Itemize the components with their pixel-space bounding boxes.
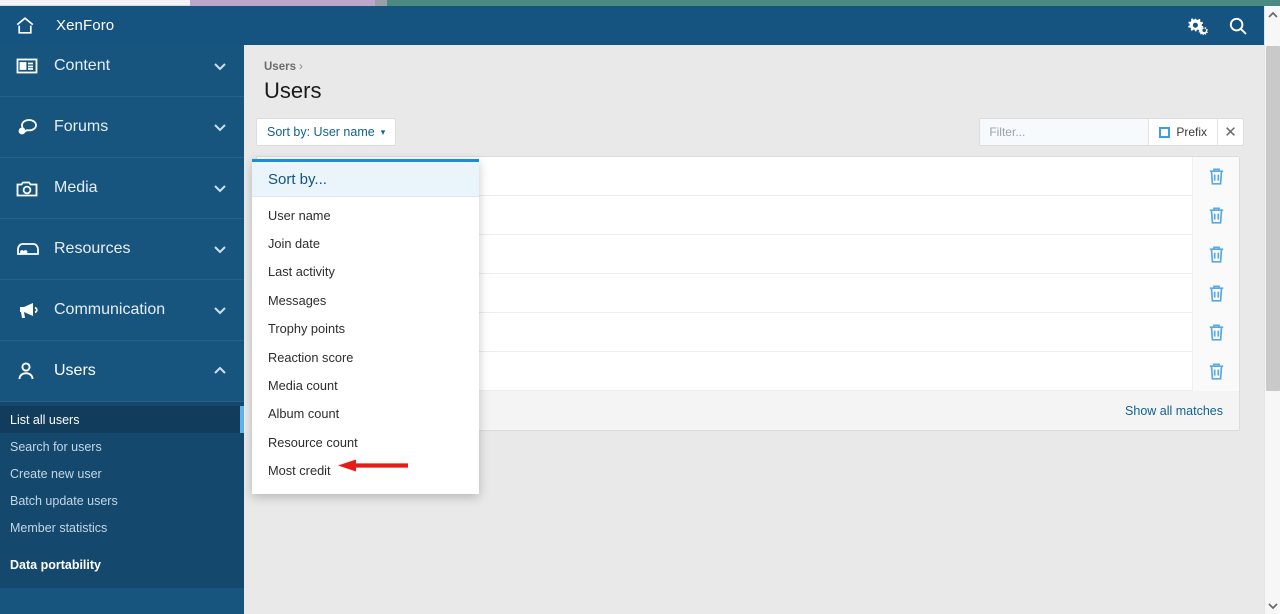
sidebar-subitem-label: Search for users [10, 439, 102, 454]
sidebar-subitem-label: Member statistics [10, 520, 108, 535]
delete-user-button[interactable] [1192, 352, 1239, 391]
dropdown-item-label: Messages [268, 292, 327, 308]
chevron-up-icon [212, 363, 228, 379]
sort-by-button-label: Sort by: User name [267, 125, 375, 139]
sidebar-group-users[interactable]: Users [0, 341, 244, 402]
delete-user-button[interactable] [1192, 196, 1239, 235]
dropdown-item-label: Album count [268, 406, 340, 422]
sidebar-group-label: Resources [54, 240, 131, 257]
prefix-label: Prefix [1176, 125, 1207, 139]
dropdown-item-album-count[interactable]: Album count [252, 400, 479, 428]
dropdown-item-messages[interactable]: Messages [252, 286, 479, 314]
red-arrow-annotation [338, 459, 408, 472]
scrollbar-thumb[interactable] [1266, 46, 1280, 391]
dropdown-title: Sort by... [252, 162, 479, 197]
sidebar-item-list-all-users[interactable]: List all users [0, 406, 244, 433]
page-root: Add-ons Content Forums [0, 0, 1280, 614]
sidebar-group-communication[interactable]: Communication [0, 280, 244, 341]
sidebar-item-create-new-user[interactable]: Create new user [0, 460, 244, 487]
cogs-icon[interactable] [1178, 6, 1218, 45]
delete-user-button[interactable] [1192, 274, 1239, 313]
dropdown-item-resource-count[interactable]: Resource count [252, 428, 479, 456]
sort-by-dropdown: Sort by... User name Join date Last acti… [252, 159, 479, 494]
resources-icon [16, 237, 42, 261]
chevron-down-icon: ▾ [380, 126, 386, 137]
sidebar-group-resources[interactable]: Resources [0, 219, 244, 280]
chevron-down-icon [212, 241, 228, 257]
delete-user-button[interactable] [1192, 235, 1239, 274]
communication-icon [16, 298, 42, 322]
sidebar-users-subnav: List all users Search for users Create n… [0, 402, 244, 588]
breadcrumb-separator: › [298, 61, 303, 73]
sidebar: Add-ons Content Forums [0, 6, 244, 614]
sidebar-item-member-statistics[interactable]: Member statistics [0, 514, 244, 541]
prefix-checkbox-group[interactable]: Prefix [1148, 119, 1217, 145]
dropdown-item-media-count[interactable]: Media count [252, 371, 479, 399]
sidebar-item-batch-update-users[interactable]: Batch update users [0, 487, 244, 514]
breadcrumb: Users › [244, 45, 1264, 73]
close-icon[interactable]: ✕ [1217, 119, 1243, 145]
media-icon [16, 176, 42, 200]
dropdown-item-trophy-points[interactable]: Trophy points [252, 315, 479, 343]
dropdown-item-reaction-score[interactable]: Reaction score [252, 343, 479, 371]
sidebar-subitem-label: Data portability [10, 557, 101, 572]
sidebar-subitem-label: Create new user [10, 466, 102, 481]
chevron-up-icon[interactable] [1265, 6, 1280, 23]
dropdown-item-label: Trophy points [268, 321, 346, 337]
sidebar-group-label: Communication [54, 301, 166, 318]
users-icon [16, 359, 42, 383]
sidebar-group-label: Forums [54, 118, 109, 135]
sidebar-group-content[interactable]: Content [0, 36, 244, 97]
dropdown-item-label: User name [268, 207, 331, 223]
chevron-down-icon [212, 58, 228, 74]
filter-bar: Prefix ✕ [979, 118, 1244, 146]
dropdown-item-join-date[interactable]: Join date [252, 229, 479, 257]
dropdown-item-user-name[interactable]: User name [252, 201, 479, 229]
delete-user-button[interactable] [1192, 157, 1239, 196]
sidebar-subitem-label: Batch update users [10, 493, 118, 508]
sidebar-subitem-label: List all users [10, 412, 80, 427]
dropdown-item-label: Most credit [268, 463, 331, 479]
breadcrumb-item-users[interactable]: Users [264, 61, 296, 73]
sidebar-group-label: Users [54, 362, 96, 379]
home-icon[interactable] [14, 15, 36, 37]
dropdown-item-label: Reaction score [268, 349, 354, 365]
chevron-down-icon [212, 302, 228, 318]
content-icon [16, 54, 42, 78]
sidebar-group-label: Content [54, 57, 111, 74]
delete-user-button[interactable] [1192, 313, 1239, 352]
prefix-checkbox[interactable] [1159, 126, 1171, 138]
chevron-down-icon[interactable] [1265, 597, 1280, 614]
chevron-down-icon [212, 119, 228, 135]
dropdown-list: User name Join date Last activity Messag… [252, 201, 479, 494]
dropdown-item-last-activity[interactable]: Last activity [252, 258, 479, 286]
page-scrollbar[interactable] [1264, 6, 1280, 614]
top-header-bar: XenForo [0, 6, 1264, 45]
sort-by-button[interactable]: Sort by: User name ▾ [256, 118, 397, 146]
search-icon[interactable] [1218, 6, 1258, 45]
show-all-matches-link[interactable]: Show all matches [1125, 404, 1223, 418]
sidebar-item-search-for-users[interactable]: Search for users [0, 433, 244, 460]
filter-input[interactable] [980, 119, 1149, 145]
forums-icon [16, 115, 42, 139]
dropdown-item-label: Media count [268, 378, 338, 394]
dropdown-item-label: Join date [268, 236, 320, 252]
toolbar: Sort by: User name ▾ Prefix ✕ [244, 118, 1264, 146]
sidebar-group-forums[interactable]: Forums [0, 97, 244, 158]
chevron-down-icon [212, 180, 228, 196]
brand-title: XenForo [56, 17, 115, 34]
sidebar-group-label: Media [54, 179, 98, 196]
dropdown-item-label: Last activity [268, 264, 335, 280]
page-title: Users [264, 78, 322, 103]
dropdown-item-label: Resource count [268, 434, 358, 450]
sidebar-heading-data-portability: Data portability [0, 551, 244, 578]
sidebar-group-media[interactable]: Media [0, 158, 244, 219]
